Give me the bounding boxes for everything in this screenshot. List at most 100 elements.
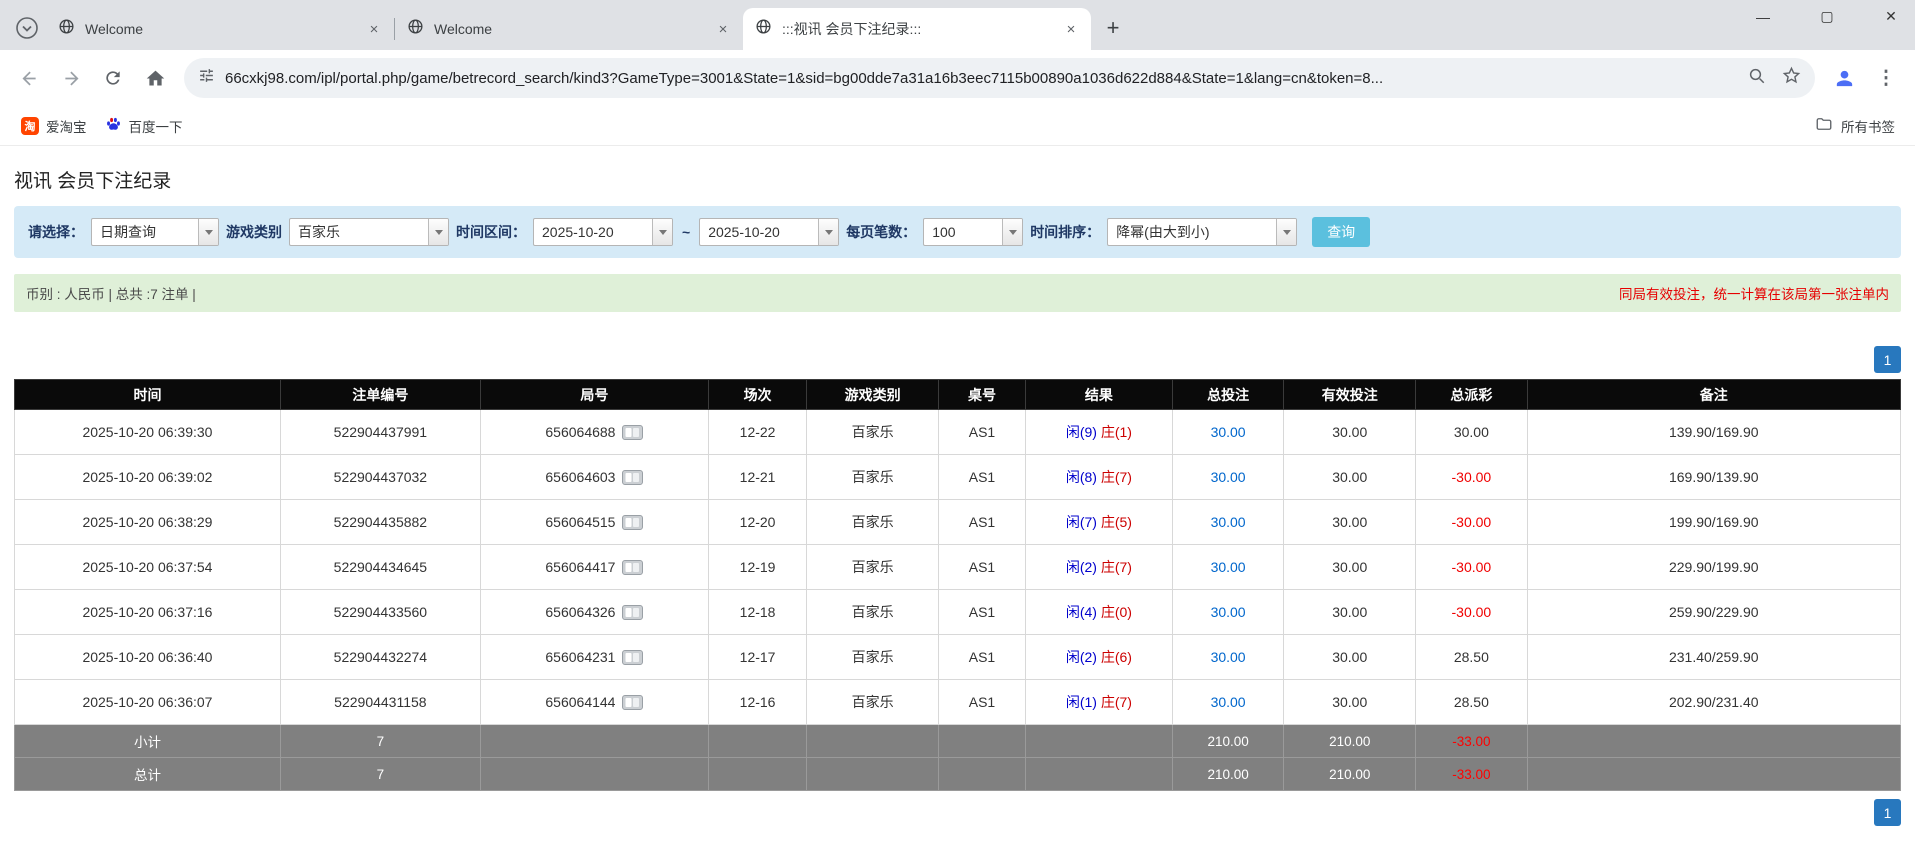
view-result-icon[interactable]	[622, 515, 643, 530]
total-bet-link: 30.00	[1211, 559, 1246, 575]
cell-session: 12-21	[709, 455, 807, 500]
zoom-icon[interactable]	[1748, 67, 1766, 90]
cell-bet-id: 522904435882	[280, 500, 480, 545]
window-minimize-icon[interactable]: —	[1753, 9, 1773, 25]
tab-close-icon[interactable]: ×	[364, 19, 384, 39]
bookmark-label: 爱淘宝	[46, 116, 87, 136]
tab-bet-records-active[interactable]: :::视讯 会员下注纪录::: ×	[743, 8, 1091, 50]
view-result-icon[interactable]	[622, 695, 643, 710]
globe-favicon-icon	[755, 18, 772, 40]
bookmark-baidu[interactable]: 百度一下	[96, 111, 192, 141]
reload-icon[interactable]	[94, 59, 132, 97]
all-bookmarks-button[interactable]: 所有书签	[1807, 110, 1903, 141]
range-separator: ~	[682, 224, 690, 240]
view-result-icon[interactable]	[622, 470, 643, 485]
bet-record-row: 2025-10-20 06:38:29522904435882656064515…	[15, 500, 1901, 545]
cell-table-no: AS1	[939, 455, 1026, 500]
view-result-icon[interactable]	[622, 605, 643, 620]
back-icon[interactable]	[10, 59, 48, 97]
cell-game-type: 百家乐	[807, 545, 939, 590]
cell-total-bet[interactable]: 30.00	[1172, 500, 1283, 545]
date-from-select[interactable]: 2025-10-20	[533, 218, 673, 246]
page-size-select[interactable]: 100	[923, 218, 1023, 246]
profile-avatar-icon[interactable]	[1825, 59, 1863, 97]
chevron-down-icon[interactable]	[1276, 219, 1296, 245]
total-valid-bet: 210.00	[1284, 758, 1416, 791]
tab-close-icon[interactable]: ×	[713, 19, 733, 39]
url-text[interactable]: 66cxkj98.com/ipl/portal.php/game/betreco…	[225, 70, 1738, 87]
search-button[interactable]: 查询	[1312, 217, 1370, 247]
tab-welcome-1[interactable]: Welcome ×	[46, 8, 394, 50]
globe-favicon-icon	[407, 18, 424, 40]
cell-note: 229.90/199.90	[1527, 545, 1901, 590]
tab-search-icon[interactable]	[14, 15, 40, 41]
select-label: 请选择：	[28, 222, 84, 242]
date-to-select[interactable]: 2025-10-20	[699, 218, 839, 246]
cell-table-no: AS1	[939, 545, 1026, 590]
cell-total-bet[interactable]: 30.00	[1172, 680, 1283, 725]
cell-table-no: AS1	[939, 410, 1026, 455]
cell-total-bet[interactable]: 30.00	[1172, 410, 1283, 455]
cell-total-bet[interactable]: 30.00	[1172, 590, 1283, 635]
bookmark-taobao[interactable]: 淘 爱淘宝	[12, 111, 96, 141]
site-info-icon[interactable]	[198, 67, 215, 89]
header-session: 场次	[709, 380, 807, 410]
address-bar[interactable]: 66cxkj98.com/ipl/portal.php/game/betreco…	[184, 58, 1815, 98]
chevron-down-icon[interactable]	[652, 219, 672, 245]
view-result-icon[interactable]	[622, 560, 643, 575]
total-label: 总计	[15, 758, 281, 791]
tab-close-icon[interactable]: ×	[1061, 19, 1081, 39]
bet-record-row: 2025-10-20 06:37:16522904433560656064326…	[15, 590, 1901, 635]
view-result-icon[interactable]	[622, 425, 643, 440]
chevron-down-icon[interactable]	[818, 219, 838, 245]
cell-total-bet[interactable]: 30.00	[1172, 455, 1283, 500]
pagination-bottom: 1	[14, 799, 1901, 826]
tab-title: Welcome	[85, 21, 364, 37]
bookmark-star-icon[interactable]	[1782, 66, 1801, 90]
table-body: 2025-10-20 06:39:30522904437991656064688…	[15, 410, 1901, 725]
cell-payout: -30.00	[1416, 545, 1527, 590]
cell-note: 199.90/169.90	[1527, 500, 1901, 545]
game-type-select[interactable]: 百家乐	[289, 218, 449, 246]
new-tab-button[interactable]: +	[1097, 12, 1129, 44]
total-bet-link: 30.00	[1211, 694, 1246, 710]
cell-time: 2025-10-20 06:39:02	[15, 455, 281, 500]
cell-session: 12-16	[709, 680, 807, 725]
cell-session: 12-20	[709, 500, 807, 545]
menu-dots-icon[interactable]: ⋮	[1867, 59, 1905, 97]
cell-session: 12-17	[709, 635, 807, 680]
pagination-top: 1	[14, 346, 1901, 373]
sort-order-select[interactable]: 降幂(由大到小)	[1107, 218, 1297, 246]
cell-bet-id: 522904437032	[280, 455, 480, 500]
cell-result: 闲(4) 庄(0)	[1025, 590, 1172, 635]
chevron-down-icon[interactable]	[1002, 219, 1022, 245]
bet-records-table: 时间 注单编号 局号 场次 游戏类别 桌号 结果 总投注 有效投注 总派彩 备注…	[14, 379, 1901, 791]
forward-icon[interactable]	[52, 59, 90, 97]
cell-note: 139.90/169.90	[1527, 410, 1901, 455]
cell-round-id: 656064231	[480, 635, 708, 680]
cell-game-type: 百家乐	[807, 410, 939, 455]
query-type-select[interactable]: 日期查询	[91, 218, 219, 246]
cell-session: 12-22	[709, 410, 807, 455]
summary-notice: 同局有效投注，统一计算在该局第一张注单内	[1619, 283, 1889, 303]
subtotal-valid-bet: 210.00	[1284, 725, 1416, 758]
cell-round-id: 656064515	[480, 500, 708, 545]
total-bet-link: 30.00	[1211, 424, 1246, 440]
cell-total-bet[interactable]: 30.00	[1172, 545, 1283, 590]
page-1-button[interactable]: 1	[1874, 799, 1901, 826]
cell-game-type: 百家乐	[807, 680, 939, 725]
cell-bet-id: 522904433560	[280, 590, 480, 635]
window-close-icon[interactable]: ✕	[1881, 8, 1901, 25]
tab-welcome-2[interactable]: Welcome ×	[395, 8, 743, 50]
home-icon[interactable]	[136, 59, 174, 97]
cell-round-id: 656064688	[480, 410, 708, 455]
chevron-down-icon[interactable]	[428, 219, 448, 245]
window-maximize-icon[interactable]: ▢	[1817, 8, 1837, 25]
view-result-icon[interactable]	[622, 650, 643, 665]
header-valid-bet: 有效投注	[1284, 380, 1416, 410]
chevron-down-icon[interactable]	[198, 219, 218, 245]
total-bet-link: 30.00	[1211, 649, 1246, 665]
page-1-button[interactable]: 1	[1874, 346, 1901, 373]
cell-table-no: AS1	[939, 635, 1026, 680]
cell-total-bet[interactable]: 30.00	[1172, 635, 1283, 680]
